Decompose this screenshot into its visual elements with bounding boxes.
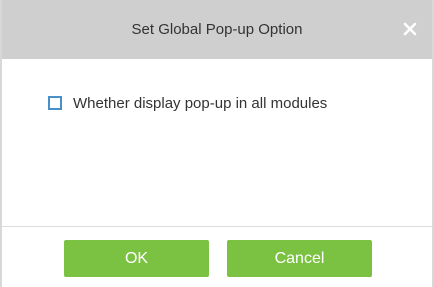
global-popup-dialog: Set Global Pop-up Option Whether display… xyxy=(0,0,434,287)
dialog-title: Set Global Pop-up Option xyxy=(131,21,303,38)
display-popup-label: Whether display pop-up in all modules xyxy=(73,94,328,112)
cancel-button[interactable]: Cancel xyxy=(227,240,372,277)
display-popup-checkbox[interactable] xyxy=(48,96,62,110)
popup-option-row: Whether display pop-up in all modules xyxy=(48,93,327,113)
dialog-titlebar: Set Global Pop-up Option xyxy=(2,0,432,59)
close-icon[interactable] xyxy=(400,19,420,39)
ok-button[interactable]: OK xyxy=(64,240,209,277)
footer-divider xyxy=(2,226,432,227)
